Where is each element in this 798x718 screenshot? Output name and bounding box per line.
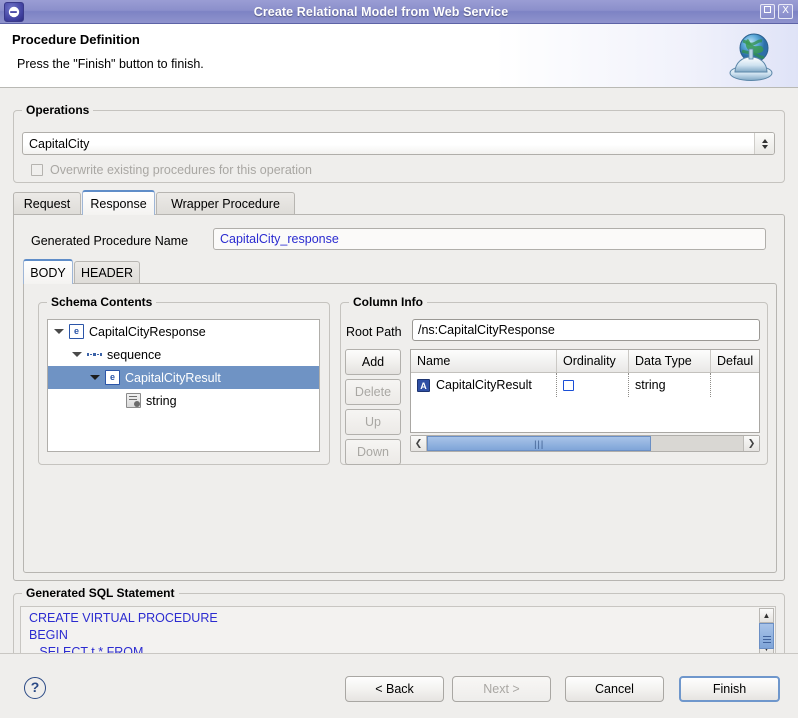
body-tab-panel: Schema Contents e CapitalCityResponse se…	[23, 283, 777, 573]
table-body: A CapitalCityResult string	[411, 373, 759, 397]
vscroll-track[interactable]	[759, 623, 774, 641]
column-header-data-type[interactable]: Data Type	[629, 350, 711, 372]
column-info-group: Column Info Root Path /ns:CapitalCityRes…	[340, 295, 768, 465]
generated-sql-text[interactable]: CREATE VIRTUAL PROCEDURE BEGIN SELECT t.…	[20, 606, 776, 658]
operation-combo-value: CapitalCity	[23, 137, 754, 151]
sql-vertical-scrollbar[interactable]: ▲ ▼	[759, 608, 774, 656]
tree-item-capitalcityresponse[interactable]: e CapitalCityResponse	[48, 320, 319, 343]
title-bar: Create Relational Model from Web Service…	[0, 0, 798, 24]
columns-table[interactable]: Name Ordinality Data Type Defaul A Capit…	[410, 349, 760, 433]
scroll-right-icon[interactable]: ❯	[743, 436, 759, 451]
tree-item-label: CapitalCityResponse	[89, 325, 206, 339]
element-icon: e	[69, 324, 84, 339]
window-title: Create Relational Model from Web Service	[2, 5, 760, 19]
sql-line: CREATE VIRTUAL PROCEDURE	[21, 607, 775, 627]
delete-button: Delete	[345, 379, 401, 405]
help-button[interactable]: ?	[24, 677, 46, 699]
column-info-label: Column Info	[349, 295, 427, 309]
tab-response[interactable]: Response	[82, 190, 155, 215]
operations-group-label: Operations	[22, 103, 93, 117]
vscroll-thumb[interactable]	[759, 623, 774, 649]
procedure-name-label: Generated Procedure Name	[31, 234, 188, 248]
add-button[interactable]: Add	[345, 349, 401, 375]
web-service-globe-icon	[726, 29, 780, 85]
schema-contents-label: Schema Contents	[47, 295, 156, 309]
expand-arrow-icon[interactable]	[54, 329, 64, 334]
back-button[interactable]: < Back	[345, 676, 444, 702]
tree-item-label: string	[146, 394, 177, 408]
body-header-tab-strip: BODY HEADER	[23, 260, 777, 284]
overwrite-checkbox-row[interactable]: Overwrite existing procedures for this o…	[31, 163, 312, 177]
table-horizontal-scrollbar[interactable]: ❮ ||| ❯	[410, 435, 760, 452]
page-subtitle: Press the "Finish" button to finish.	[17, 57, 204, 71]
close-icon[interactable]: X	[778, 4, 793, 19]
hscroll-thumb[interactable]: |||	[427, 436, 651, 451]
response-tab-panel: Generated Procedure Name CapitalCity_res…	[13, 214, 785, 581]
tab-request[interactable]: Request	[13, 192, 81, 215]
down-button: Down	[345, 439, 401, 465]
sequence-icon	[87, 347, 102, 362]
tree-item-capitalcityresult[interactable]: e CapitalCityResult	[48, 366, 319, 389]
tree-item-label: CapitalCityResult	[125, 371, 221, 385]
string-type-icon	[126, 393, 141, 408]
overwrite-checkbox[interactable]	[31, 164, 43, 176]
next-button: Next >	[452, 676, 551, 702]
tab-wrapper-procedure[interactable]: Wrapper Procedure	[156, 192, 295, 215]
tree-item-sequence[interactable]: sequence	[48, 343, 319, 366]
schema-tree[interactable]: e CapitalCityResponse sequence e Capital…	[47, 319, 320, 452]
overwrite-checkbox-label: Overwrite existing procedures for this o…	[50, 163, 312, 177]
dialog-window: Create Relational Model from Web Service…	[0, 0, 798, 718]
main-tab-strip: Request Response Wrapper Procedure	[13, 191, 785, 215]
cancel-button[interactable]: Cancel	[565, 676, 664, 702]
generated-sql-label: Generated SQL Statement	[22, 586, 179, 600]
page-title: Procedure Definition	[12, 32, 140, 47]
column-header-default[interactable]: Defaul	[711, 350, 759, 372]
root-path-label: Root Path	[346, 325, 402, 339]
operation-combo[interactable]: CapitalCity	[22, 132, 775, 155]
up-button: Up	[345, 409, 401, 435]
root-path-input[interactable]: /ns:CapitalCityResponse	[412, 319, 760, 341]
schema-contents-group: Schema Contents e CapitalCityResponse se…	[38, 295, 330, 465]
columns-table-wrapper: Name Ordinality Data Type Defaul A Capit…	[410, 349, 760, 452]
expand-arrow-icon[interactable]	[72, 352, 82, 357]
column-action-buttons: Add Delete Up Down	[345, 349, 401, 469]
wizard-header: Procedure Definition Press the "Finish" …	[0, 24, 798, 88]
root-path-value: /ns:CapitalCityResponse	[418, 323, 555, 337]
column-header-name[interactable]: Name	[411, 350, 557, 372]
chevron-updown-icon[interactable]	[754, 133, 774, 154]
sql-line: BEGIN	[21, 627, 775, 644]
scroll-up-icon[interactable]: ▲	[759, 608, 774, 623]
tab-body[interactable]: BODY	[23, 259, 73, 284]
tree-item-label: sequence	[107, 348, 161, 362]
cell-data-type: string	[629, 373, 711, 397]
cell-ordinality[interactable]	[557, 373, 629, 397]
finish-button[interactable]: Finish	[679, 676, 780, 702]
cell-default	[711, 373, 759, 397]
dialog-button-bar: ? < Back Next > Cancel Finish	[0, 653, 798, 718]
hscroll-track[interactable]: |||	[427, 436, 743, 451]
table-row[interactable]: A CapitalCityResult string	[411, 373, 759, 397]
scroll-left-icon[interactable]: ❮	[411, 436, 427, 451]
column-header-ordinality[interactable]: Ordinality	[557, 350, 629, 372]
procedure-name-value: CapitalCity_response	[220, 232, 339, 246]
cell-name: A CapitalCityResult	[411, 373, 557, 397]
maximize-button[interactable]	[760, 4, 775, 19]
tab-header[interactable]: HEADER	[74, 261, 140, 284]
window-controls: X	[760, 4, 793, 19]
table-header-row: Name Ordinality Data Type Defaul	[411, 350, 759, 373]
attribute-icon: A	[417, 379, 430, 392]
procedure-name-input[interactable]: CapitalCity_response	[213, 228, 766, 250]
operations-group: Operations CapitalCity Overwrite existin…	[13, 103, 785, 183]
element-icon: e	[105, 370, 120, 385]
expand-arrow-icon[interactable]	[90, 375, 100, 380]
dialog-body: Operations CapitalCity Overwrite existin…	[0, 89, 798, 653]
ordinality-checkbox[interactable]	[563, 380, 574, 391]
tree-item-string[interactable]: string	[48, 389, 319, 412]
